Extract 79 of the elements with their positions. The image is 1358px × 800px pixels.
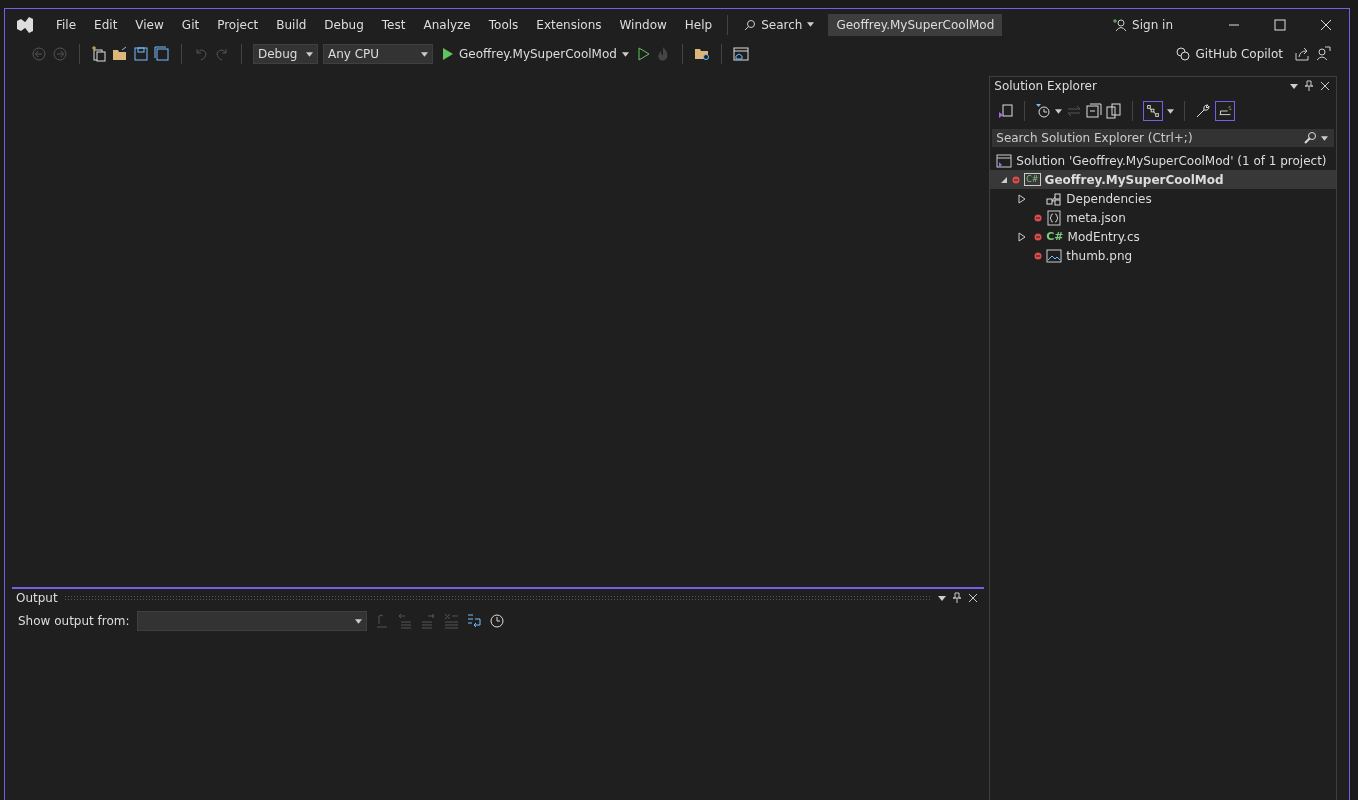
menu-item[interactable]: Project [208,17,268,32]
wrench-icon[interactable] [1195,103,1212,119]
app-logo-icon [15,14,35,35]
new-item-icon[interactable] [91,46,107,62]
menu-item[interactable]: Git [172,17,209,32]
menu-item[interactable]: Tools [479,17,528,32]
configuration-dropdown[interactable]: Debug [253,44,318,64]
output-source-label: Show output from: [18,614,130,628]
expander-icon[interactable] [1018,231,1027,242]
word-wrap-icon[interactable] [465,613,482,629]
panel-title: Output [16,591,58,605]
caret-icon [354,618,362,624]
start-without-debugging-icon[interactable] [637,47,650,61]
close-icon[interactable] [1320,81,1330,91]
caret-icon[interactable] [938,595,947,601]
tree-item[interactable]: ModEntry.cs [1067,229,1140,244]
pending-changes-filter-icon[interactable] [1035,103,1052,119]
collapse-all-icon[interactable] [1086,103,1103,119]
preview-icon[interactable] [1215,101,1236,121]
add-user-icon [1113,17,1128,32]
menu-item[interactable]: Extensions [527,17,611,32]
show-all-files-icon[interactable] [1106,103,1123,119]
solution-name: Geoffrey.MySuperCoolMod [828,13,1003,36]
menu-item[interactable]: Build [267,17,316,32]
copilot-icon [1174,46,1191,62]
save-all-icon[interactable] [154,46,170,62]
search-icon[interactable] [1303,131,1317,145]
csharp-project-icon: C# [1024,173,1041,186]
menu-item[interactable]: Window [610,17,676,32]
clock-icon[interactable] [488,613,505,629]
play-icon [442,47,454,61]
save-icon[interactable] [133,46,149,62]
caret-icon [807,22,815,27]
menu-item[interactable]: Test [372,17,415,32]
window-layout-icon[interactable] [732,46,749,62]
caret-icon [306,51,313,57]
image-file-icon [1046,247,1063,264]
menu-item[interactable]: Debug [315,17,373,32]
tree-item[interactable]: meta.json [1066,210,1126,225]
caret-icon [621,51,629,57]
platform-dropdown[interactable]: Any CPU [323,44,433,64]
close-icon[interactable] [968,593,979,603]
tree-item[interactable]: Geoffrey.MySuperCoolMod [1044,172,1224,187]
menu-item[interactable]: Help [675,17,722,32]
copilot-button[interactable]: GitHub Copilot [1170,44,1287,64]
tree-item[interactable]: thumb.png [1066,248,1133,263]
expander-icon[interactable] [1018,193,1027,204]
share-icon[interactable] [1294,46,1310,62]
caret-icon[interactable] [1055,108,1063,114]
solution-icon [996,152,1013,169]
menu-item[interactable]: View [126,17,173,32]
caret-icon [421,51,428,57]
dependencies-icon [1046,190,1063,207]
close-icon[interactable] [1320,18,1332,31]
open-folder-icon[interactable] [112,46,128,62]
switch-views-icon[interactable] [998,103,1015,119]
menu-item[interactable]: Analyze [414,17,480,32]
sign-in-button[interactable]: Sign in [1109,15,1177,34]
pin-icon[interactable] [1304,80,1314,92]
search-icon [744,18,757,31]
json-file-icon [1046,209,1063,226]
pin-icon[interactable] [952,592,963,604]
caret-icon[interactable] [1290,83,1298,89]
tree-view-icon[interactable] [1143,101,1164,121]
feedback-icon[interactable] [1315,46,1331,62]
expander-icon[interactable] [1000,175,1009,184]
maximize-icon[interactable] [1274,18,1286,31]
tree-item[interactable]: Dependencies [1066,191,1152,206]
panel-title: Solution Explorer [994,79,1097,93]
search-button[interactable]: Search [740,15,819,34]
menu-item[interactable]: File [47,17,86,32]
start-button[interactable]: Geoffrey.MySuperCoolMod [438,45,633,63]
caret-icon[interactable] [1321,135,1328,141]
tree-item[interactable]: Solution 'Geoffrey.MySuperCoolMod' (1 of 1 project) [1016,153,1327,168]
csharp-file-icon: C# [1046,230,1064,243]
menu-item[interactable]: Edit [85,17,127,32]
folder-search-icon[interactable] [693,46,710,62]
caret-icon[interactable] [1167,108,1175,114]
search-field[interactable]: Search Solution Explorer (Ctrl+;) [992,129,1334,147]
